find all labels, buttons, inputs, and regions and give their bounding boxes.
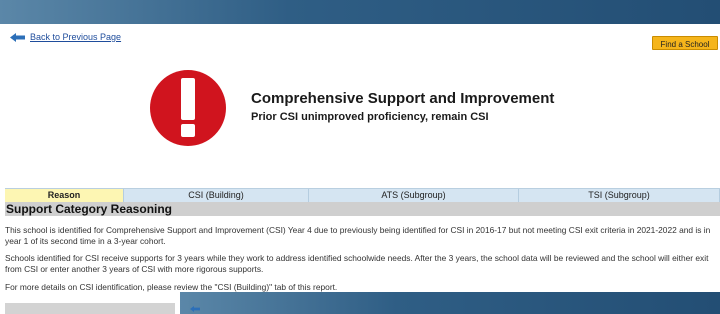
back-arrow-icon[interactable]: [190, 306, 200, 312]
tab-reason[interactable]: Reason: [5, 189, 124, 202]
back-arrow-icon: [10, 32, 25, 42]
find-school-button[interactable]: Find a School: [652, 36, 718, 50]
reason-paragraph-1: This school is identified for Comprehens…: [5, 225, 711, 246]
section-heading: Support Category Reasoning: [5, 202, 720, 216]
page-subtitle: Prior CSI unimproved proficiency, remain…: [251, 111, 489, 123]
back-link-label[interactable]: Back to Previous Page: [30, 32, 121, 42]
tab-ats-subgroup[interactable]: ATS (Subgroup): [309, 189, 519, 202]
sidebar-strip: [5, 303, 175, 314]
reason-paragraph-3: For more details on CSI identification, …: [5, 282, 338, 292]
tab-csi-building[interactable]: CSI (Building): [124, 189, 309, 202]
top-banner: [0, 0, 720, 24]
back-link[interactable]: Back to Previous Page: [10, 32, 121, 42]
page-title: Comprehensive Support and Improvement: [251, 90, 555, 107]
tab-bar: Reason CSI (Building) ATS (Subgroup) TSI…: [5, 188, 720, 202]
reason-paragraph-2: Schools identified for CSI receive suppo…: [5, 253, 709, 274]
overlay-banner: [180, 292, 720, 314]
exclamation-icon: [150, 70, 226, 146]
tab-tsi-subgroup[interactable]: TSI (Subgroup): [519, 189, 720, 202]
